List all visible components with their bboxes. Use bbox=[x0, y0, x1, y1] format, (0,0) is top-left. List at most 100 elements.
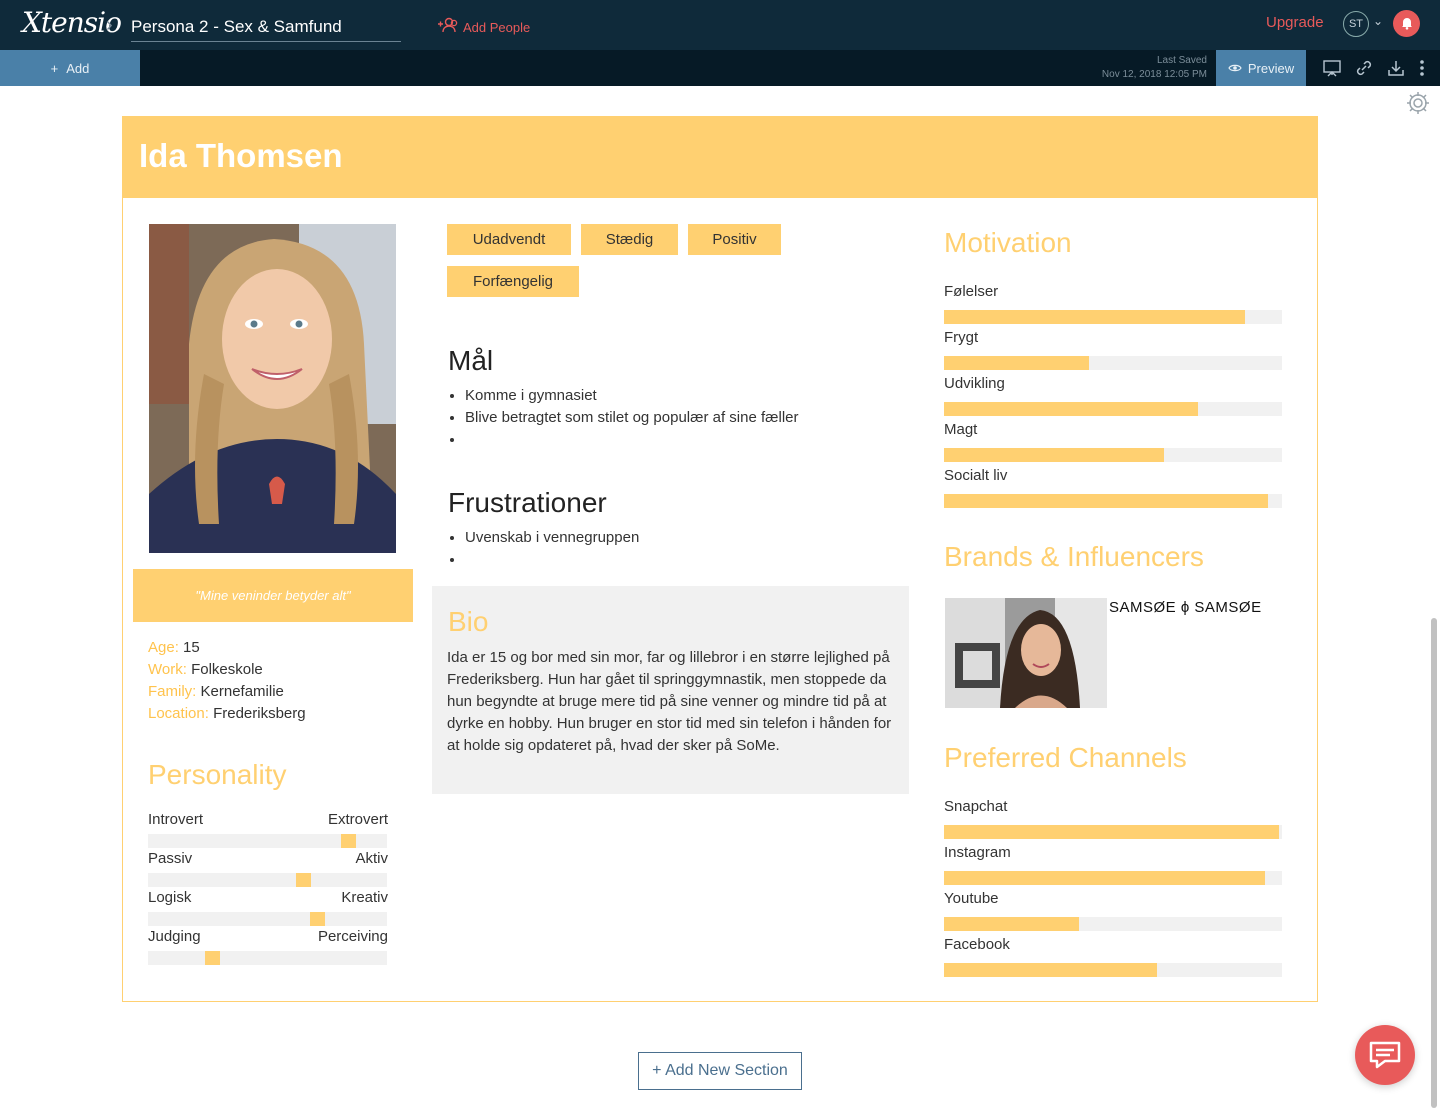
channel-bar[interactable]: Instagram bbox=[944, 844, 1282, 885]
scale-left-label: Introvert bbox=[148, 811, 204, 828]
bar-track[interactable] bbox=[944, 356, 1282, 370]
scale-track[interactable] bbox=[148, 951, 387, 965]
motivation-bar[interactable]: Følelser bbox=[944, 283, 1282, 324]
personality-title[interactable]: Personality bbox=[148, 759, 287, 791]
motivation-title[interactable]: Motivation bbox=[944, 227, 1072, 259]
motivation-bar[interactable]: Socialt liv bbox=[944, 467, 1282, 508]
scale-thumb[interactable] bbox=[341, 834, 356, 848]
bar-label: Udvikling bbox=[944, 375, 1005, 392]
download-icon[interactable] bbox=[1386, 58, 1406, 83]
trait-tag[interactable]: Forfængelig bbox=[447, 266, 579, 297]
bar-track[interactable] bbox=[944, 963, 1282, 977]
bar-track[interactable] bbox=[944, 448, 1282, 462]
fact-work[interactable]: Work: Folkeskole bbox=[148, 659, 306, 681]
bar-track[interactable] bbox=[944, 825, 1282, 839]
bar-fill bbox=[944, 825, 1279, 839]
brands-title[interactable]: Brands & Influencers bbox=[944, 541, 1204, 573]
list-item: Komme i gymnasiet bbox=[465, 385, 887, 407]
fact-value: Frederiksberg bbox=[213, 705, 306, 722]
bar-label: Youtube bbox=[944, 890, 999, 907]
personality-scale[interactable]: Logisk Kreativ bbox=[148, 889, 388, 926]
add-people-button[interactable]: Add People bbox=[437, 17, 530, 38]
eye-icon bbox=[1228, 61, 1242, 76]
motivation-bar[interactable]: Magt bbox=[944, 421, 1282, 462]
channel-bar[interactable]: Snapchat bbox=[944, 798, 1282, 839]
fact-value: 15 bbox=[183, 639, 200, 656]
trait-tag[interactable]: Positiv bbox=[688, 224, 781, 255]
preview-button[interactable]: Preview bbox=[1216, 50, 1306, 86]
frustrations-list[interactable]: Uvenskab i vennegruppen bbox=[447, 527, 887, 571]
bar-label: Magt bbox=[944, 421, 978, 438]
fact-family[interactable]: Family: Kernefamilie bbox=[148, 681, 306, 703]
bar-track[interactable] bbox=[944, 917, 1282, 931]
fact-location[interactable]: Location: Frederiksberg bbox=[148, 703, 306, 725]
fact-key: Work: bbox=[148, 661, 187, 678]
bar-track[interactable] bbox=[944, 310, 1282, 324]
scale-track[interactable] bbox=[148, 834, 387, 848]
list-item: Uvenskab i vennegruppen bbox=[465, 527, 887, 549]
more-options-icon[interactable] bbox=[1418, 58, 1426, 83]
bar-fill bbox=[944, 402, 1198, 416]
scale-right-label: Perceiving bbox=[317, 928, 388, 945]
bar-label: Snapchat bbox=[944, 798, 1008, 815]
scale-right-label: Kreativ bbox=[341, 889, 388, 906]
add-new-section-button[interactable]: + Add New Section bbox=[638, 1052, 802, 1090]
user-avatar[interactable]: ST bbox=[1343, 11, 1369, 37]
breadcrumb-chevron-icon: › bbox=[106, 14, 113, 36]
bar-fill bbox=[944, 917, 1080, 931]
bio-section[interactable]: Bio Ida er 15 og bor med sin mor, far og… bbox=[432, 586, 909, 794]
persona-facts: Age: 15 Work: Folkeskole Family: Kernefa… bbox=[148, 637, 306, 725]
list-item: Blive betragtet som stilet og populær af… bbox=[465, 407, 887, 429]
chevron-down-icon[interactable]: ⌄ bbox=[1373, 14, 1383, 28]
bar-fill bbox=[944, 310, 1245, 324]
goals-title[interactable]: Mål bbox=[448, 345, 493, 377]
chat-support-icon[interactable] bbox=[1355, 1025, 1415, 1085]
trait-tag[interactable]: Stædig bbox=[581, 224, 678, 255]
motivation-bar[interactable]: Frygt bbox=[944, 329, 1282, 370]
fact-value: Folkeskole bbox=[191, 661, 263, 678]
motivation-bar[interactable]: Udvikling bbox=[944, 375, 1282, 416]
document-title-input[interactable]: Persona 2 - Sex & Samfund bbox=[131, 14, 401, 42]
trait-tag[interactable]: Udadvendt bbox=[447, 224, 571, 255]
scale-right-label: Aktiv bbox=[355, 850, 388, 867]
frustrations-title[interactable]: Frustrationer bbox=[448, 487, 607, 519]
personality-scale[interactable]: Judging Perceiving bbox=[148, 928, 388, 965]
personality-scale[interactable]: Passiv Aktiv bbox=[148, 850, 388, 887]
list-item bbox=[465, 429, 887, 451]
bar-label: Socialt liv bbox=[944, 467, 1008, 484]
scale-right-label: Extrovert bbox=[327, 811, 388, 828]
fact-age[interactable]: Age: 15 bbox=[148, 637, 306, 659]
bar-track[interactable] bbox=[944, 494, 1282, 508]
persona-photo[interactable] bbox=[149, 224, 396, 553]
settings-gear-icon[interactable] bbox=[1405, 90, 1431, 122]
goals-list[interactable]: Komme i gymnasiet Blive betragtet som st… bbox=[447, 385, 887, 451]
add-people-label: Add People bbox=[463, 20, 531, 35]
influencer-photo[interactable] bbox=[945, 598, 1107, 708]
page-scrollbar[interactable] bbox=[1431, 618, 1437, 1108]
scale-thumb[interactable] bbox=[205, 951, 220, 965]
personality-scale[interactable]: Introvert Extrovert bbox=[148, 811, 388, 848]
last-saved-time: Nov 12, 2018 12:05 PM bbox=[1101, 69, 1207, 80]
bar-fill bbox=[944, 448, 1164, 462]
channel-bar[interactable]: Facebook bbox=[944, 936, 1282, 977]
scale-track[interactable] bbox=[148, 912, 387, 926]
persona-quote[interactable]: "Mine veninder betyder alt" bbox=[133, 569, 413, 622]
notification-bell-icon[interactable] bbox=[1393, 10, 1420, 37]
link-icon[interactable] bbox=[1354, 58, 1374, 83]
preview-label: Preview bbox=[1247, 60, 1295, 76]
bar-track[interactable] bbox=[944, 871, 1282, 885]
scale-thumb[interactable] bbox=[296, 873, 311, 887]
channels-title[interactable]: Preferred Channels bbox=[944, 742, 1187, 774]
brand-logo[interactable]: SAMSØE ϕ SAMSØE bbox=[1109, 599, 1262, 616]
upgrade-link[interactable]: Upgrade bbox=[1266, 14, 1324, 31]
bar-fill bbox=[944, 356, 1090, 370]
presentation-icon[interactable] bbox=[1322, 58, 1342, 83]
persona-name[interactable]: Ida Thomsen bbox=[139, 137, 343, 175]
add-button[interactable]: + Add bbox=[0, 50, 140, 86]
bio-title: Bio bbox=[448, 606, 489, 637]
bar-track[interactable] bbox=[944, 402, 1282, 416]
scale-thumb[interactable] bbox=[310, 912, 325, 926]
scale-track[interactable] bbox=[148, 873, 387, 887]
bio-text[interactable]: Ida er 15 og bor med sin mor, far og lil… bbox=[447, 647, 897, 757]
channel-bar[interactable]: Youtube bbox=[944, 890, 1282, 931]
